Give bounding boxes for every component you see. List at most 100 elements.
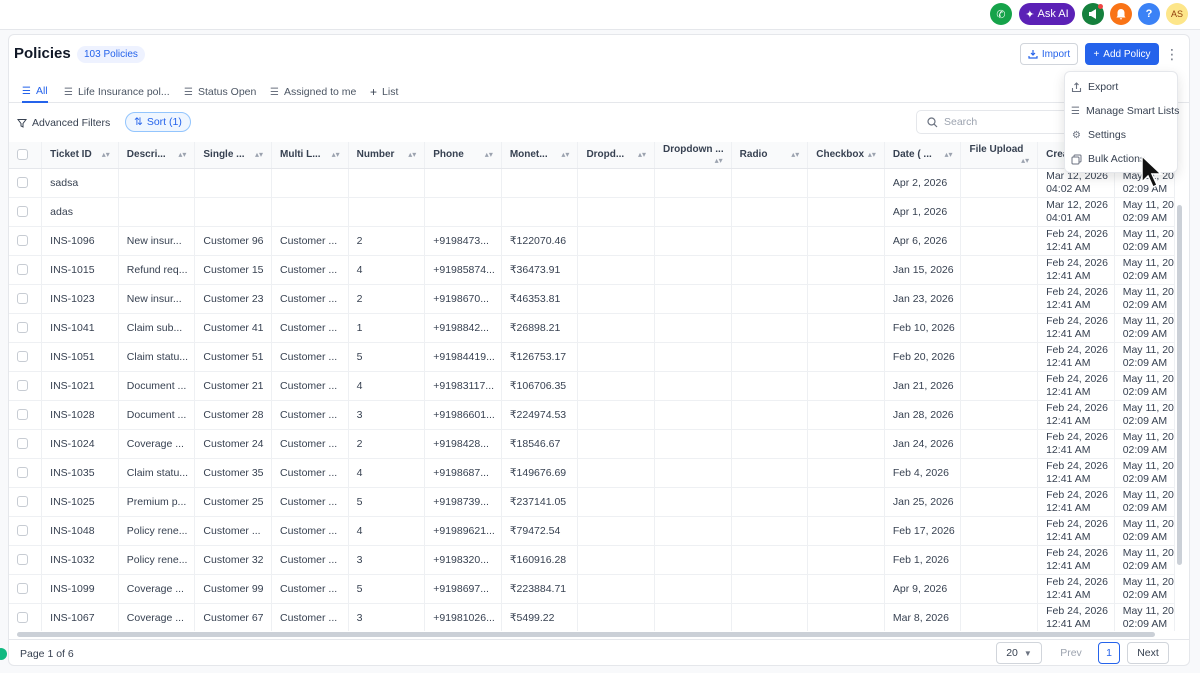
- row-checkbox[interactable]: [17, 380, 28, 392]
- table-row[interactable]: INS-1099 Coverage ... Customer 99 Customer …: [9, 574, 1175, 604]
- phone-button[interactable]: ✆: [990, 3, 1012, 25]
- table-row[interactable]: sadsa Apr 2, 2026 Mar 12, 2026 04:02 AM May …: [9, 168, 1175, 198]
- table-cell: [577, 545, 656, 575]
- horizontal-scrollbar[interactable]: [17, 632, 1155, 637]
- table-row[interactable]: INS-1096 New insur... Customer 96 Customer …: [9, 226, 1175, 256]
- table-cell: [577, 458, 656, 488]
- table-cell: May 11, 202602:09 AM: [1114, 284, 1175, 314]
- table-row[interactable]: INS-1048 Policy rene... Customer ... Custom…: [9, 516, 1175, 546]
- row-checkbox[interactable]: [17, 496, 28, 508]
- row-checkbox[interactable]: [17, 264, 28, 276]
- table-cell: May 11, 202602:09 AM: [1114, 226, 1175, 256]
- table-row[interactable]: INS-1041 Claim sub... Customer 41 Customer …: [9, 313, 1175, 343]
- tab-life-insurance[interactable]: ☰ Life Insurance pol...: [64, 81, 170, 103]
- table-cell: [960, 313, 1039, 343]
- table-row[interactable]: INS-1035 Claim statu... Customer 35 Custome…: [9, 458, 1175, 488]
- table-cell: Apr 9, 2026: [884, 574, 962, 604]
- bell-button[interactable]: [1110, 3, 1132, 25]
- menu-item-export[interactable]: Export: [1065, 75, 1177, 99]
- table-cell: Coverage ...: [118, 574, 196, 604]
- column-header[interactable]: Phone ▴▾: [424, 142, 502, 169]
- ask-ai-button[interactable]: ✦ Ask AI: [1019, 3, 1075, 25]
- vertical-scrollbar[interactable]: [1177, 205, 1182, 565]
- table-row[interactable]: INS-1032 Policy rene... Customer 32 Custome…: [9, 545, 1175, 575]
- select-all-header[interactable]: [9, 142, 43, 169]
- prev-button[interactable]: Prev: [1050, 642, 1092, 664]
- row-checkbox[interactable]: [17, 322, 28, 334]
- table-cell: +91989621...: [424, 516, 502, 546]
- row-checkbox[interactable]: [17, 583, 28, 595]
- table-cell: [807, 574, 885, 604]
- column-header[interactable]: Descri... ▴▾: [118, 142, 196, 169]
- table-cell: [807, 545, 885, 575]
- column-header[interactable]: Date ( ... ▴▾: [884, 142, 962, 169]
- megaphone-button[interactable]: [1082, 3, 1104, 25]
- more-options-button[interactable]: ⋮: [1165, 44, 1179, 64]
- column-header[interactable]: Multi L... ▴▾: [271, 142, 349, 169]
- row-checkbox[interactable]: [17, 467, 28, 479]
- tab-all[interactable]: ☰ All: [22, 81, 48, 103]
- avatar[interactable]: AS: [1166, 3, 1188, 25]
- table-cell: [807, 429, 885, 459]
- row-checkbox[interactable]: [17, 293, 28, 305]
- sort-button[interactable]: ⇅ Sort (1): [125, 112, 191, 132]
- per-page-select[interactable]: 20 ▼: [996, 642, 1042, 664]
- row-checkbox[interactable]: [17, 235, 28, 247]
- tab-add-list[interactable]: + List: [370, 81, 398, 103]
- row-checkbox[interactable]: [17, 554, 28, 566]
- search-input[interactable]: Search: [916, 110, 1076, 134]
- column-header[interactable]: Single ... ▴▾: [194, 142, 272, 169]
- row-select-cell: [9, 342, 43, 372]
- next-button[interactable]: Next: [1127, 642, 1169, 664]
- tab-assigned-to-me[interactable]: ☰ Assigned to me: [270, 81, 356, 103]
- table-row[interactable]: INS-1024 Coverage ... Customer 24 Customer …: [9, 429, 1175, 459]
- table-row[interactable]: INS-1021 Document ... Customer 21 Customer …: [9, 371, 1175, 401]
- tab-status-open[interactable]: ☰ Status Open: [184, 81, 256, 103]
- advanced-filters-button[interactable]: Advanced Filters: [17, 113, 110, 133]
- help-button[interactable]: ?: [1138, 3, 1160, 25]
- row-checkbox[interactable]: [17, 438, 28, 450]
- row-checkbox[interactable]: [17, 206, 28, 218]
- table-cell: Customer 96: [194, 226, 272, 256]
- table-cell: [731, 516, 809, 546]
- column-header[interactable]: Checkbox ▴▾: [807, 142, 885, 169]
- table-row[interactable]: INS-1067 Coverage ... Customer 67 Customer …: [9, 603, 1175, 631]
- column-header[interactable]: Monet... ▴▾: [501, 142, 579, 169]
- add-policy-button[interactable]: + Add Policy: [1085, 43, 1159, 65]
- table-cell: Customer 32: [194, 545, 272, 575]
- table-row[interactable]: INS-1028 Document ... Customer 28 Customer …: [9, 400, 1175, 430]
- table-cell: [654, 545, 732, 575]
- column-header-label: Multi L...: [280, 149, 321, 161]
- row-checkbox[interactable]: [17, 177, 28, 189]
- table-row[interactable]: INS-1015 Refund req... Customer 15 Customer…: [9, 255, 1175, 285]
- row-checkbox[interactable]: [17, 409, 28, 421]
- menu-item-manage-smart-lists[interactable]: ☰ Manage Smart Lists: [1065, 99, 1179, 123]
- table-row[interactable]: INS-1023 New insur... Customer 23 Customer …: [9, 284, 1175, 314]
- column-header[interactable]: Dropdown ... ▴▾: [654, 142, 732, 169]
- table-cell: INS-1035: [41, 458, 119, 488]
- row-checkbox[interactable]: [17, 612, 28, 624]
- page-number-button[interactable]: 1: [1098, 642, 1120, 664]
- table-cell: Customer ...: [271, 545, 349, 575]
- row-checkbox[interactable]: [17, 351, 28, 363]
- column-header[interactable]: Ticket ID ▴▾: [41, 142, 119, 169]
- table-cell: [271, 168, 349, 198]
- column-header[interactable]: Dropd... ▴▾: [577, 142, 656, 169]
- column-header-label: Monet...: [509, 149, 548, 161]
- tab-label: List: [382, 86, 399, 98]
- table-cell: Feb 24, 2026 12:41 AM: [1037, 342, 1115, 372]
- column-header[interactable]: File Upload ▴▾: [960, 142, 1039, 169]
- menu-item-settings[interactable]: ⚙ Settings: [1065, 123, 1177, 147]
- table-cell: 2: [348, 284, 426, 314]
- table-row[interactable]: adas Apr 1, 2026 Mar 12, 2026 04:01 AM May 1…: [9, 197, 1175, 227]
- column-header[interactable]: Number ▴▾: [348, 142, 426, 169]
- table-cell: Feb 24, 2026 12:41 AM: [1037, 603, 1115, 631]
- column-header[interactable]: Radio ▴▾: [731, 142, 809, 169]
- table-row[interactable]: INS-1025 Premium p... Customer 25 Customer …: [9, 487, 1175, 517]
- table-row[interactable]: INS-1051 Claim statu... Customer 51 Custome…: [9, 342, 1175, 372]
- table-cell: Feb 24, 2026 12:41 AM: [1037, 458, 1115, 488]
- select-all-checkbox[interactable]: [17, 149, 28, 161]
- import-button[interactable]: Import: [1020, 43, 1078, 65]
- row-checkbox[interactable]: [17, 525, 28, 537]
- table-cell: [654, 255, 732, 285]
